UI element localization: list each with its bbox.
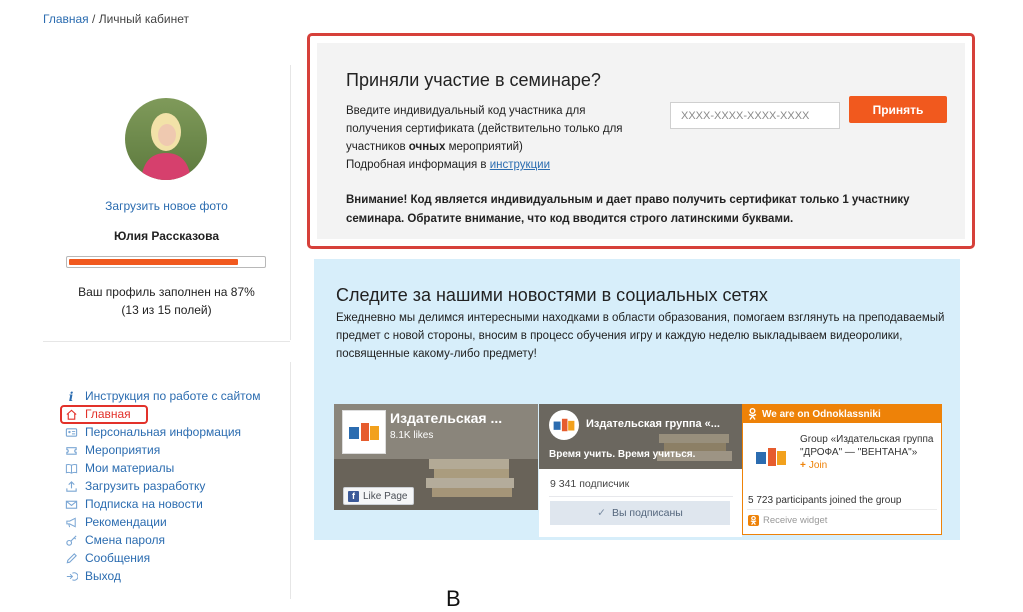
id-card-icon — [64, 425, 78, 439]
sidebar-item-label: Подписка на новости — [85, 497, 203, 511]
sidebar-item-ticket[interactable]: Мероприятия — [64, 441, 260, 459]
megaphone-icon — [64, 515, 78, 529]
profile-nav-divider — [43, 341, 290, 342]
odnoklassniki-widget: We are on Odnoklassniki Group «Издательс… — [742, 404, 942, 535]
ok-widget-header-text: We are on Odnoklassniki — [762, 408, 881, 420]
vk-divider — [549, 496, 733, 497]
profile-progress-fill — [69, 259, 238, 265]
sidebar-item-label: Главная — [85, 407, 131, 421]
seminar-code-panel: Приняли участие в семинаре? Введите инди… — [307, 33, 975, 249]
vk-group-logo[interactable] — [549, 410, 579, 440]
left-column-divider — [290, 65, 291, 340]
logout-icon — [64, 569, 78, 583]
vk-group-name[interactable]: Издательская группа «... — [586, 418, 720, 430]
publisher-logo-icon — [349, 423, 379, 441]
profile-progress-bar — [66, 256, 266, 268]
mail-icon — [64, 497, 78, 511]
facebook-page-name[interactable]: Издательская ... — [390, 410, 502, 426]
user-name: Юлия Рассказова — [114, 229, 219, 243]
check-icon: ✓ — [597, 507, 606, 519]
seminar-title: Приняли участие в семинаре? — [346, 70, 601, 90]
ok-receive-widget-link[interactable]: Receive widget — [748, 515, 827, 526]
vk-cover: Издательская группа «... Время учить. Вр… — [539, 404, 742, 469]
profile-completion-percent: Ваш профиль заполнен на 87% — [78, 285, 255, 299]
avatar — [125, 98, 207, 180]
ok-group-logo[interactable] — [749, 435, 793, 479]
facebook-page-logo[interactable] — [342, 410, 386, 454]
sidebar-item-label: Инструкция по работе с сайтом — [85, 389, 261, 403]
info-icon: i — [64, 389, 78, 403]
ok-widget-header: We are on Odnoklassniki — [743, 405, 941, 423]
sidebar-item-label: Выход — [85, 569, 121, 583]
vk-subscribed-label: Вы подписаны — [611, 507, 683, 519]
plus-icon: + — [800, 460, 806, 471]
sidebar-item-info[interactable]: i Инструкция по работе с сайтом — [64, 387, 260, 405]
sidebar-item-pencil[interactable]: Сообщения — [64, 549, 260, 567]
facebook-like-label: Like Page — [363, 490, 408, 502]
upload-photo-link[interactable]: Загрузить новое фото — [43, 199, 290, 213]
seminar-desc-bold: очных — [408, 141, 446, 153]
sidebar-item-home[interactable]: Главная — [64, 405, 260, 423]
ok-participants-count: 5 723 participants joined the group — [748, 495, 902, 506]
accept-code-button[interactable]: Принять — [849, 96, 947, 123]
vk-subscribed-button[interactable]: ✓ Вы подписаны — [550, 501, 730, 525]
breadcrumb: Главная / Личный кабинет — [43, 12, 189, 26]
ok-divider — [747, 509, 937, 510]
sidebar-item-mail[interactable]: Подписка на новости — [64, 495, 260, 513]
social-title: Следите за нашими новостями в социальных… — [336, 285, 768, 305]
instructions-link[interactable]: инструкции — [490, 159, 550, 171]
social-description: Ежедневно мы делимся интересными находка… — [336, 312, 945, 360]
sidebar-item-logout[interactable]: Выход — [64, 567, 260, 585]
facebook-like-page-button[interactable]: f Like Page — [343, 487, 415, 505]
seminar-panel-body: Приняли участие в семинаре? Введите инди… — [317, 43, 965, 239]
book-icon — [64, 461, 78, 475]
odnoklassniki-small-icon — [748, 515, 759, 526]
cut-off-heading: В — [446, 586, 461, 611]
sidebar-item-book[interactable]: Мои материалы — [64, 459, 260, 477]
sidebar-item-label: Сообщения — [85, 551, 151, 565]
pencil-icon — [64, 551, 78, 565]
ok-join-label: Join — [808, 460, 828, 471]
facebook-likes-count: 8.1K likes — [390, 430, 434, 441]
breadcrumb-home-link[interactable]: Главная — [43, 12, 89, 26]
publisher-logo-icon — [756, 448, 786, 466]
ticket-icon — [64, 443, 78, 457]
social-networks-panel: Следите за нашими новостями в социальных… — [314, 259, 960, 540]
facebook-icon: f — [348, 490, 359, 502]
vk-group-slogan: Время учить. Время учиться. — [549, 449, 696, 460]
facebook-widget[interactable]: Издательская ... 8.1K likes f Like Page — [334, 404, 538, 510]
sidebar-item-upload[interactable]: Загрузить разработку — [64, 477, 260, 495]
sidebar-nav: i Инструкция по работе с сайтом Главная Пер… — [64, 387, 260, 585]
vk-subscriber-count: 9 341 подписчик — [550, 478, 630, 490]
profile-completion-text: Ваш профиль заполнен на 87% (13 из 15 по… — [43, 283, 290, 319]
ok-receive-widget-label: Receive widget — [763, 515, 828, 526]
sidebar-item-id-card[interactable]: Персональная информация — [64, 423, 260, 441]
breadcrumb-separator: / — [92, 12, 96, 26]
publisher-logo-icon — [553, 418, 575, 432]
profile-completion-fields: (13 из 15 полей) — [121, 303, 212, 317]
home-icon — [64, 407, 78, 421]
seminar-desc-text-end: мероприятий) — [445, 141, 523, 153]
sidebar-item-key[interactable]: Смена пароля — [64, 531, 260, 549]
left-column-divider — [290, 362, 291, 599]
upload-icon — [64, 479, 78, 493]
sidebar-item-label: Персональная информация — [85, 425, 242, 439]
participant-code-input[interactable] — [670, 102, 840, 129]
ok-join-button[interactable]: + Join — [800, 460, 827, 471]
seminar-more-info: Подробная информация в — [346, 159, 490, 171]
sidebar-item-label: Мероприятия — [85, 443, 161, 457]
breadcrumb-current: Личный кабинет — [98, 12, 189, 26]
sidebar-item-label: Мои материалы — [85, 461, 175, 475]
vk-widget: Издательская группа «... Время учить. Вр… — [539, 404, 742, 537]
seminar-warning: Внимание! Код является индивидуальным и … — [346, 194, 910, 225]
key-icon — [64, 533, 78, 547]
sidebar-item-megaphone[interactable]: Рекомендации — [64, 513, 260, 531]
sidebar-item-label: Смена пароля — [85, 533, 165, 547]
svg-text:i: i — [68, 390, 73, 403]
odnoklassniki-icon — [748, 408, 757, 420]
ok-group-name[interactable]: Group «Издательская группа "ДРОФА" — "ВЕ… — [800, 433, 938, 459]
seminar-description: Введите индивидуальный код участника для… — [346, 102, 626, 174]
sidebar-item-label: Загрузить разработку — [85, 479, 206, 493]
sidebar-item-label: Рекомендации — [85, 515, 167, 529]
